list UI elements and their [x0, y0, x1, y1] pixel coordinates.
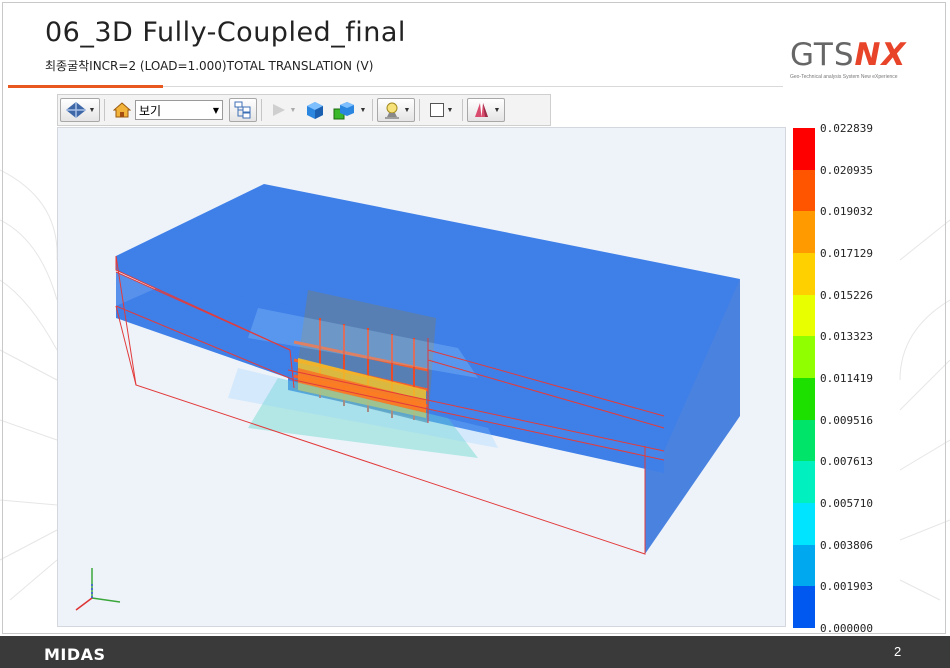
legend-value-label: 0.007613	[820, 455, 873, 469]
logo-nx-text: NX	[854, 37, 907, 73]
view-select-value: 보기	[139, 103, 162, 118]
slide-title: 06_3D Fully-Coupled_final	[45, 17, 406, 48]
slide: 06_3D Fully-Coupled_final 최종굴착INCR=2 (LO…	[0, 0, 950, 668]
legend-value-label: 0.005710	[820, 497, 873, 510]
color-box-button[interactable]: ▼	[330, 98, 368, 122]
chevron-down-icon: ▼	[493, 106, 501, 114]
animation-play-button[interactable]: ▼	[266, 98, 300, 122]
view-toolbar: ▼ 보기 ▼ ▼ ▼ ▼ ▼ ▼	[57, 94, 551, 126]
legend-value-label: 0.000000	[820, 622, 873, 635]
slide-subtitle: 최종굴착INCR=2 (LOAD=1.000)TOTAL TRANSLATION…	[45, 59, 374, 73]
legend-color-band	[793, 211, 815, 253]
legend-color-band	[793, 128, 815, 170]
play-icon	[272, 104, 285, 116]
home-icon	[113, 102, 131, 118]
chevron-down-icon: ▼	[88, 106, 96, 114]
axis-triad	[75, 568, 121, 611]
page-number: 2	[894, 644, 902, 659]
display-mode-icon	[474, 103, 488, 117]
logo-gts-text: GTS	[790, 37, 855, 73]
legend-color-band	[793, 169, 815, 212]
legend-value-label: 0.015226	[820, 288, 873, 302]
frame-square-icon	[429, 103, 444, 117]
chevron-down-icon: ▼	[212, 105, 219, 115]
view-select[interactable]: 보기 ▼	[135, 100, 223, 120]
title-accent-line	[8, 85, 163, 88]
solid-box-icon	[307, 102, 323, 119]
legend-value-label: 0.003806	[820, 538, 873, 552]
legend-color-band	[793, 294, 815, 337]
legend-color-bands	[793, 128, 815, 628]
midas-logo: MIDAS	[44, 645, 106, 664]
chevron-down-icon: ▼	[359, 106, 367, 114]
view-orientation-button[interactable]: ▼	[60, 98, 100, 122]
gts-nx-logo: GTSNX Geo-Technical analysis System New …	[790, 40, 910, 95]
legend-color-band	[793, 586, 815, 628]
toolbar-separator	[372, 99, 373, 121]
legend-color-band	[793, 502, 815, 545]
chevron-down-icon: ▼	[446, 106, 454, 114]
toolbar-separator	[419, 99, 420, 121]
legend-value-label: 0.020935	[820, 163, 873, 177]
view-orientation-icon	[65, 102, 86, 118]
legend-color-band	[793, 336, 815, 378]
lighting-button[interactable]: ▼	[377, 98, 415, 122]
chevron-down-icon: ▼	[289, 106, 297, 114]
logo-tagline: Geo-Technical analysis System New eXperi…	[790, 74, 898, 80]
chevron-down-icon: ▼	[403, 106, 411, 114]
title-divider	[163, 86, 783, 87]
legend-color-band	[793, 252, 815, 295]
legend-value-label: 0.022839	[820, 122, 873, 135]
legend-value-label: 0.019032	[820, 205, 873, 219]
legend-value-label: 0.017129	[820, 247, 873, 260]
legend-color-band	[793, 544, 815, 587]
contour-legend-bar	[793, 128, 815, 628]
display-mode-button[interactable]: ▼	[467, 98, 505, 122]
model-viewport[interactable]	[57, 127, 786, 627]
tree-icon	[234, 101, 251, 119]
box-color-icon	[333, 102, 354, 120]
contour-legend-labels: 0.022839 0.020935 0.019032 0.017129 0.015226…	[820, 122, 900, 635]
legend-value-label: 0.001903	[820, 580, 873, 594]
legend-value-label: 0.013323	[820, 330, 873, 344]
legend-color-band	[793, 461, 815, 503]
home-button[interactable]	[109, 98, 135, 122]
model-tree-button[interactable]	[229, 98, 257, 122]
solid-view-button[interactable]	[300, 98, 330, 122]
toolbar-separator	[104, 99, 105, 121]
frame-display-button[interactable]: ▼	[424, 98, 458, 122]
legend-color-band	[793, 419, 815, 462]
legend-color-band	[793, 377, 815, 420]
toolbar-separator	[261, 99, 262, 121]
legend-value-label: 0.009516	[820, 413, 873, 427]
fea-model-render	[75, 184, 740, 611]
footer-bar	[0, 636, 950, 668]
light-bulb-icon	[384, 102, 399, 119]
legend-value-label: 0.011419	[820, 372, 873, 385]
toolbar-separator	[462, 99, 463, 121]
